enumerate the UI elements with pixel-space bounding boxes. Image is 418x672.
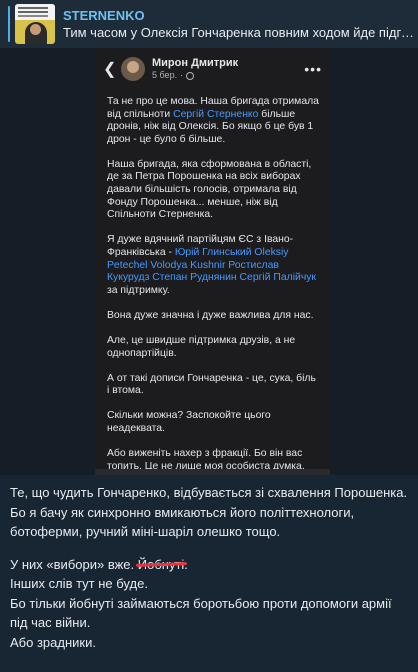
post-paragraph: Наша бригада, яка сформована в області, … xyxy=(107,159,320,222)
reply-preview[interactable]: STERNENKO Тим часом у Олексія Гончаренка… xyxy=(0,0,418,48)
mention-link[interactable]: Сергій Стерненко xyxy=(173,109,258,120)
post-text: Скільки можна? Заспокойте цього неадеква… xyxy=(107,410,271,434)
post-time: 5 бер. xyxy=(152,70,178,80)
post-paragraph: Але, це швидше підтримка друзів, а не од… xyxy=(107,335,320,360)
caption-line: У них «вибори» вже. Йобнуті. xyxy=(10,555,408,575)
reply-author: STERNENKO xyxy=(63,7,145,23)
more-dots-icon: ••• xyxy=(304,61,322,77)
post-text: Вона дуже значна і дуже важлива для нас. xyxy=(107,309,314,321)
arrow-left-icon: ❮ xyxy=(103,61,117,78)
post-author-name: Мирон Дмитрик xyxy=(152,57,239,69)
reply-snippet: Тим часом у Олексія Гончаренка повним хо… xyxy=(63,24,418,40)
caption-line: Інших слів тут не буде. xyxy=(10,576,148,591)
caption-line: Або зрадники. xyxy=(10,634,96,650)
post-text: Але, це швидше підтримка друзів, а не од… xyxy=(107,334,296,359)
globe-icon xyxy=(186,71,195,80)
caption-line: Бо я бачу як синхронно вмикаються його п… xyxy=(10,504,355,540)
post-text: за підтримку. xyxy=(107,284,170,296)
avatar xyxy=(121,57,145,81)
post-paragraph: Я дуже вдячний партійцям ЄС з Івано-Фран… xyxy=(107,234,320,297)
embedded-screenshot[interactable]: ❮ Мирон Дмитрик 5 бер. · ••• Та не про ц… xyxy=(95,48,330,475)
caption-line: Те, що чудить Гончаренко, відбувається з… xyxy=(10,485,408,500)
message-caption: Те, що чудить Гончаренко, відбувається з… xyxy=(0,475,418,672)
reply-accent-line xyxy=(8,6,10,42)
post-paragraph: А от такі дописи Гончаренка - це, сука, … xyxy=(107,373,320,398)
caption-line: Бо тільки йобнуті займаються боротьбою п… xyxy=(10,595,392,631)
struck-word: Йобнуті xyxy=(138,555,185,575)
post-text: А от такі дописи Гончаренка - це, сука, … xyxy=(107,372,316,397)
post-text: Наша бригада, яка сформована в області, … xyxy=(107,158,312,221)
post-body: Та не про це мова. Наша бригада отримала… xyxy=(95,90,330,473)
post-paragraph: Скільки можна? Заспокойте цього неадеква… xyxy=(107,410,320,435)
post-paragraph: Вона дуже значна і дуже важлива для нас. xyxy=(107,310,320,323)
post-header: ❮ Мирон Дмитрик 5 бер. · ••• xyxy=(103,57,322,81)
post-paragraph: Та не про це мова. Наша бригада отримала… xyxy=(107,96,320,146)
reply-thumbnail xyxy=(15,4,55,44)
